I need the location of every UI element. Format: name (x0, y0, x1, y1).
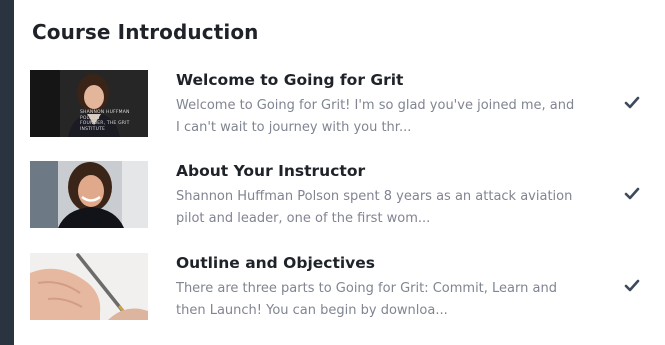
lesson-title[interactable]: Outline and Objectives (176, 254, 375, 272)
completed-check-icon (624, 279, 640, 292)
caption-line: FOUNDER, THE GRIT (80, 121, 130, 126)
description-line: I can't wait to journey with you thr... (176, 120, 412, 135)
course-content-panel: Course Introduction SHANNON HUFFMAN POLS… (14, 0, 665, 345)
description-line: Shannon Huffman Polson spent 8 years as … (176, 189, 573, 204)
lesson-description: Shannon Huffman Polson spent 8 years as … (176, 186, 573, 230)
description-line: There are three parts to Going for Grit:… (176, 281, 557, 296)
lesson-thumbnail-photo[interactable] (30, 253, 148, 320)
lesson-item-outline[interactable]: Outline and Objectives There are three p… (30, 253, 650, 325)
lesson-title[interactable]: Welcome to Going for Grit (176, 71, 403, 89)
caption-line: SHANNON HUFFMAN (80, 110, 130, 115)
lesson-title[interactable]: About Your Instructor (176, 162, 365, 180)
description-line: Welcome to Going for Grit! I'm so glad y… (176, 98, 575, 113)
section-title: Course Introduction (32, 20, 259, 44)
lesson-item-about-instructor[interactable]: About Your Instructor Shannon Huffman Po… (30, 161, 650, 233)
lesson-item-welcome[interactable]: SHANNON HUFFMAN POLSON FOUNDER, THE GRIT… (30, 70, 650, 142)
lesson-thumbnail-video[interactable]: SHANNON HUFFMAN POLSON FOUNDER, THE GRIT… (30, 70, 148, 137)
lesson-description: Welcome to Going for Grit! I'm so glad y… (176, 95, 575, 139)
description-line: then Launch! You can begin by downloa... (176, 303, 448, 318)
completed-check-icon (624, 96, 640, 109)
completed-check-icon (624, 187, 640, 200)
description-line: pilot and leader, one of the first wom..… (176, 211, 431, 226)
lesson-description: There are three parts to Going for Grit:… (176, 278, 557, 322)
lesson-thumbnail-photo[interactable] (30, 161, 148, 228)
video-caption: SHANNON HUFFMAN POLSON FOUNDER, THE GRIT… (80, 110, 130, 132)
caption-line: INSTITUTE (80, 126, 106, 132)
